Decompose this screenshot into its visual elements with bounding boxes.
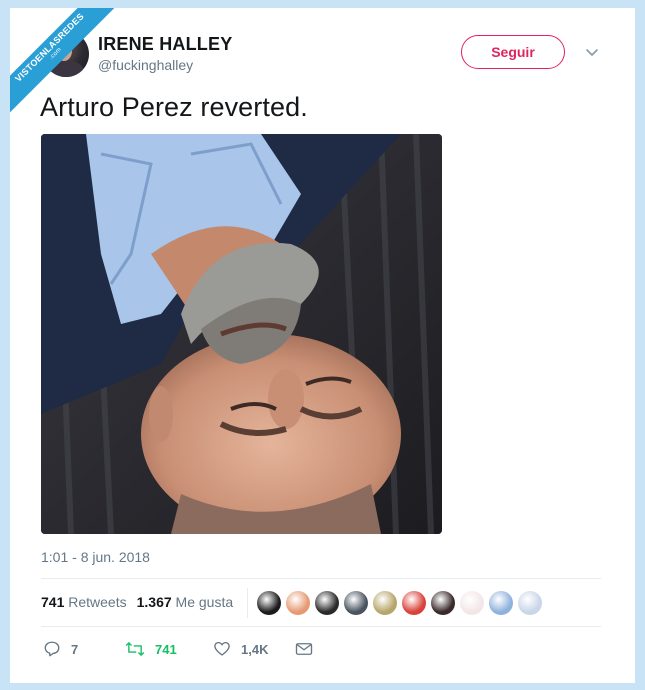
liker-avatar-4[interactable]: [344, 591, 368, 615]
envelope-icon: [295, 643, 313, 655]
retweets-label: Retweets: [68, 594, 127, 610]
retweets-stat[interactable]: 741 Retweets: [41, 594, 127, 610]
divider: [41, 626, 601, 627]
direct-message-button[interactable]: [295, 641, 313, 657]
retweet-icon: [125, 642, 145, 656]
liker-avatar-2[interactable]: [286, 591, 310, 615]
likes-label: Me gusta: [175, 594, 234, 610]
tweet-actions: 7 741 1,4K: [43, 640, 313, 658]
engagement-stats: 741 Retweets 1.367 Me gusta: [41, 594, 233, 610]
liker-avatar-6[interactable]: [402, 591, 426, 615]
tweet-card: VISTOENLASREDES .com IRENE HALLEY @fucki…: [10, 8, 635, 683]
retweets-count: 741: [41, 594, 65, 610]
liker-avatar-3[interactable]: [315, 591, 339, 615]
divider: [41, 578, 601, 579]
reply-icon: [44, 641, 60, 657]
liker-avatar-1[interactable]: [257, 591, 281, 615]
liker-avatar-7[interactable]: [431, 591, 455, 615]
upside-down-portrait-image: [41, 134, 442, 534]
liker-avatar-8[interactable]: [460, 591, 484, 615]
like-count: 1,4K: [241, 641, 269, 657]
heart-icon: [214, 641, 230, 656]
liker-avatar-10[interactable]: [518, 591, 542, 615]
watermark: VISTOENLASREDES .com: [10, 8, 130, 128]
liker-avatars: [257, 591, 542, 615]
stats-separator: [247, 588, 248, 618]
follow-button[interactable]: Seguir: [461, 35, 565, 69]
watermark-ribbon: VISTOENLASREDES .com: [10, 8, 123, 121]
chevron-down-icon[interactable]: [584, 44, 600, 60]
watermark-text: VISTOENLASREDES: [13, 11, 86, 84]
reply-button[interactable]: 7: [43, 640, 125, 658]
tweet-timestamp[interactable]: 1:01 - 8 jun. 2018: [41, 549, 150, 565]
tweet-photo[interactable]: [41, 134, 442, 534]
likes-count: 1.367: [136, 594, 172, 610]
liker-avatar-9[interactable]: [489, 591, 513, 615]
liker-avatar-5[interactable]: [373, 591, 397, 615]
likes-stat[interactable]: 1.367 Me gusta: [137, 594, 234, 610]
retweet-count: 741: [155, 641, 177, 657]
reply-count: 7: [71, 641, 79, 657]
retweet-button[interactable]: 741: [125, 640, 213, 658]
like-button[interactable]: 1,4K: [213, 640, 295, 658]
